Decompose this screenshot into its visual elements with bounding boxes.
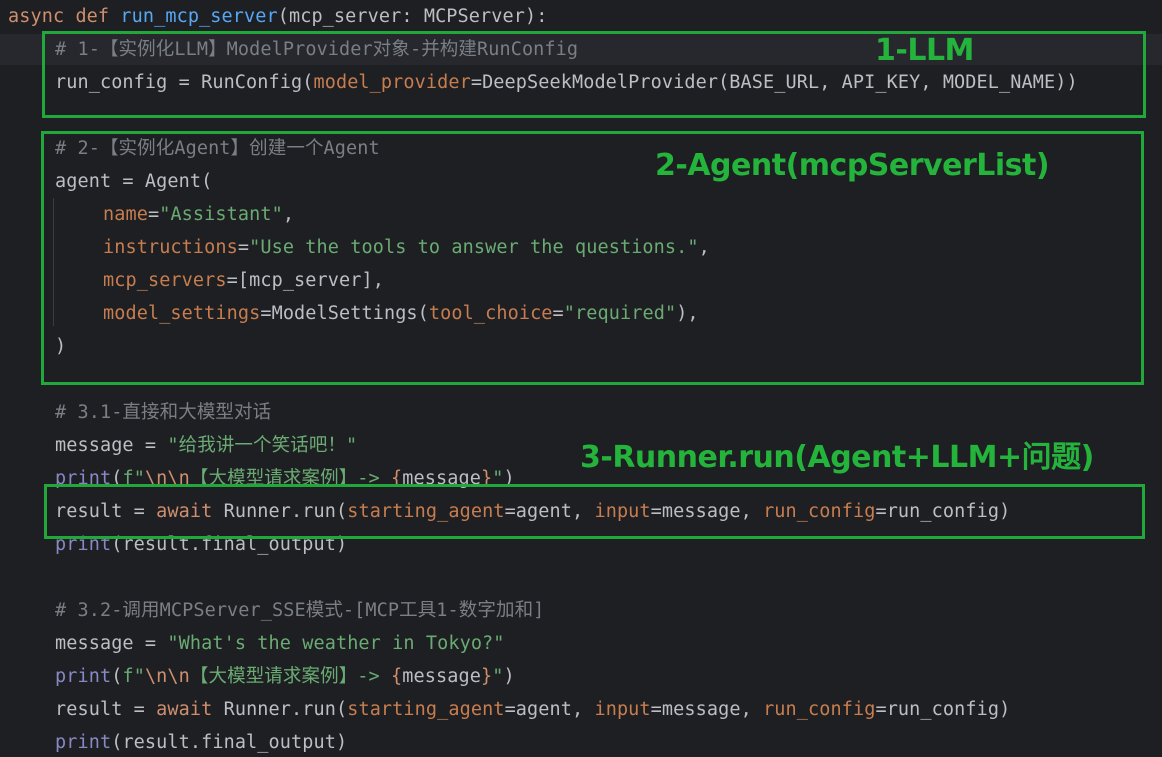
- llm-annotation-box: [42, 31, 1146, 118]
- code-token: (result.final_output): [111, 732, 348, 753]
- code-line[interactable]: message = "What's the weather in Tokyo?": [55, 627, 505, 660]
- code-token: f": [122, 666, 145, 687]
- code-token: async: [8, 6, 76, 27]
- code-line[interactable]: result = await Runner.run(starting_agent…: [55, 693, 1010, 726]
- code-line[interactable]: async def run_mcp_server(mcp_server: MCP…: [8, 0, 547, 33]
- code-token: result =: [55, 699, 157, 720]
- code-token: ): [503, 666, 515, 687]
- code-line[interactable]: message = "给我讲一个笑话吧！": [55, 429, 357, 462]
- code-token: # 3.2-调用MCPServer_SSE模式-[MCP工具1-数字加和]: [55, 600, 545, 621]
- code-token: {: [391, 666, 403, 687]
- code-line[interactable]: print(f"\n\n【大模型请求案例】-> {message}"): [55, 660, 515, 693]
- code-token: =run_config): [875, 699, 1011, 720]
- code-token: starting_agent: [347, 699, 505, 720]
- code-token: print: [55, 666, 112, 687]
- code-token: run_config: [763, 699, 876, 720]
- code-token: message =: [55, 435, 168, 456]
- code-token: }: [480, 666, 493, 687]
- runner-annotation-box: [44, 484, 1145, 539]
- code-token: "给我讲一个笑话吧！": [167, 435, 358, 456]
- code-token: # 3.1-直接和大模型对话: [55, 402, 272, 423]
- code-token: run_mcp_server: [120, 6, 278, 27]
- code-token: ": [492, 666, 504, 687]
- llm-annotation-label: 1-LLM: [875, 33, 974, 68]
- code-token: (mcp_server: MCPServer):: [277, 6, 548, 27]
- code-token: (: [111, 666, 123, 687]
- code-token: =message,: [650, 699, 764, 720]
- code-token: await: [156, 699, 224, 720]
- code-token: "What's the weather in Tokyo?": [167, 633, 505, 654]
- code-token: Runner.run(: [223, 699, 348, 720]
- code-line[interactable]: # 3.1-直接和大模型对话: [55, 396, 271, 429]
- code-token: def: [75, 6, 121, 27]
- code-editor[interactable]: async def run_mcp_server(mcp_server: MCP…: [0, 0, 1162, 757]
- code-line[interactable]: # 3.2-调用MCPServer_SSE模式-[MCP工具1-数字加和]: [55, 594, 544, 627]
- code-token: print: [55, 732, 112, 753]
- agent-annotation-label: 2-Agent(mcpServerList): [655, 148, 1050, 183]
- code-token: message =: [55, 633, 168, 654]
- runner-annotation-label: 3-Runner.run(Agent+LLM+问题): [580, 440, 1094, 475]
- code-token: input: [594, 699, 651, 720]
- code-token: =agent,: [504, 699, 595, 720]
- code-token: \n\n: [144, 666, 190, 687]
- code-token: message: [402, 666, 481, 687]
- code-line[interactable]: print(result.final_output): [55, 726, 347, 757]
- code-token: 【大模型请求案例】->: [189, 666, 392, 687]
